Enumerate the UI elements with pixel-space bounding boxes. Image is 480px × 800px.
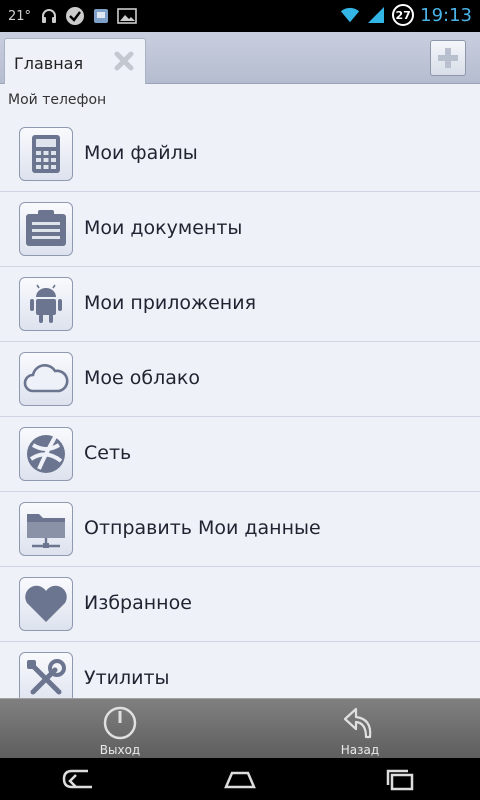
- calculator-icon: [19, 127, 73, 181]
- usb-debug-icon: [91, 6, 111, 26]
- tab-bar: Главная: [0, 32, 480, 85]
- add-tab-button[interactable]: [430, 40, 466, 76]
- exit-button[interactable]: Выход: [0, 699, 240, 759]
- clock-time: 19:13: [420, 4, 472, 26]
- bottom-action-bar: Выход Назад: [0, 698, 480, 758]
- back-arrow-icon: [342, 705, 378, 741]
- close-tab-icon[interactable]: [113, 50, 135, 72]
- list-item-label: Утилиты: [84, 667, 170, 689]
- list-item-favorites[interactable]: Избранное: [0, 567, 480, 642]
- list-item-network[interactable]: Сеть: [0, 417, 480, 492]
- system-recent-apps-icon[interactable]: [370, 763, 430, 795]
- android-icon: [19, 277, 73, 331]
- menu-list: Мои файлы Мои документы Мои приложения М…: [0, 117, 480, 698]
- system-back-icon[interactable]: [50, 763, 110, 795]
- exit-label: Выход: [99, 743, 141, 757]
- documents-icon: [19, 202, 73, 256]
- back-label: Назад: [340, 743, 380, 757]
- status-left: 21°: [8, 6, 137, 26]
- list-item-label: Мои документы: [84, 217, 243, 239]
- list-item-my-apps[interactable]: Мои приложения: [0, 267, 480, 342]
- image-icon: [117, 6, 137, 26]
- list-item-label: Избранное: [84, 592, 192, 614]
- plus-icon: [438, 48, 458, 68]
- checkmark-bubble-icon: [65, 6, 85, 26]
- tab-home[interactable]: Главная: [4, 38, 146, 85]
- tools-icon: [19, 652, 73, 698]
- list-item-label: Мои приложения: [84, 292, 257, 314]
- notification-count-badge: 27: [392, 4, 415, 26]
- heart-icon: [19, 577, 73, 631]
- shared-folder-icon: [19, 502, 73, 556]
- list-item-label: Мои файлы: [84, 142, 198, 164]
- list-item-label: Мое облако: [84, 367, 200, 389]
- wifi-icon: [340, 5, 360, 25]
- status-bar: 21° 27 19:13: [0, 0, 480, 32]
- signal-icon: [366, 5, 386, 25]
- headphones-icon: [39, 6, 59, 26]
- network-icon: [19, 427, 73, 481]
- list-item-my-files[interactable]: Мои файлы: [0, 117, 480, 192]
- list-item-label: Сеть: [84, 442, 132, 464]
- system-home-icon[interactable]: [210, 763, 270, 795]
- system-navigation-bar: [0, 758, 480, 800]
- tab-home-label: Главная: [14, 54, 84, 73]
- power-icon: [102, 705, 138, 741]
- temperature-text: 21°: [8, 8, 32, 24]
- list-item-label: Отправить Мои данные: [84, 517, 321, 539]
- list-item-utilities[interactable]: Утилиты: [0, 642, 480, 698]
- list-item-my-documents[interactable]: Мои документы: [0, 192, 480, 267]
- list-item-send-my-data[interactable]: Отправить Мои данные: [0, 492, 480, 567]
- status-right: 27 19:13: [340, 4, 472, 26]
- main-content: Мой телефон Мои файлы Мои документы Мои …: [0, 84, 480, 698]
- section-title: Мой телефон: [8, 92, 107, 108]
- cloud-icon: [19, 352, 73, 406]
- back-button[interactable]: Назад: [240, 699, 480, 759]
- list-item-my-cloud[interactable]: Мое облако: [0, 342, 480, 417]
